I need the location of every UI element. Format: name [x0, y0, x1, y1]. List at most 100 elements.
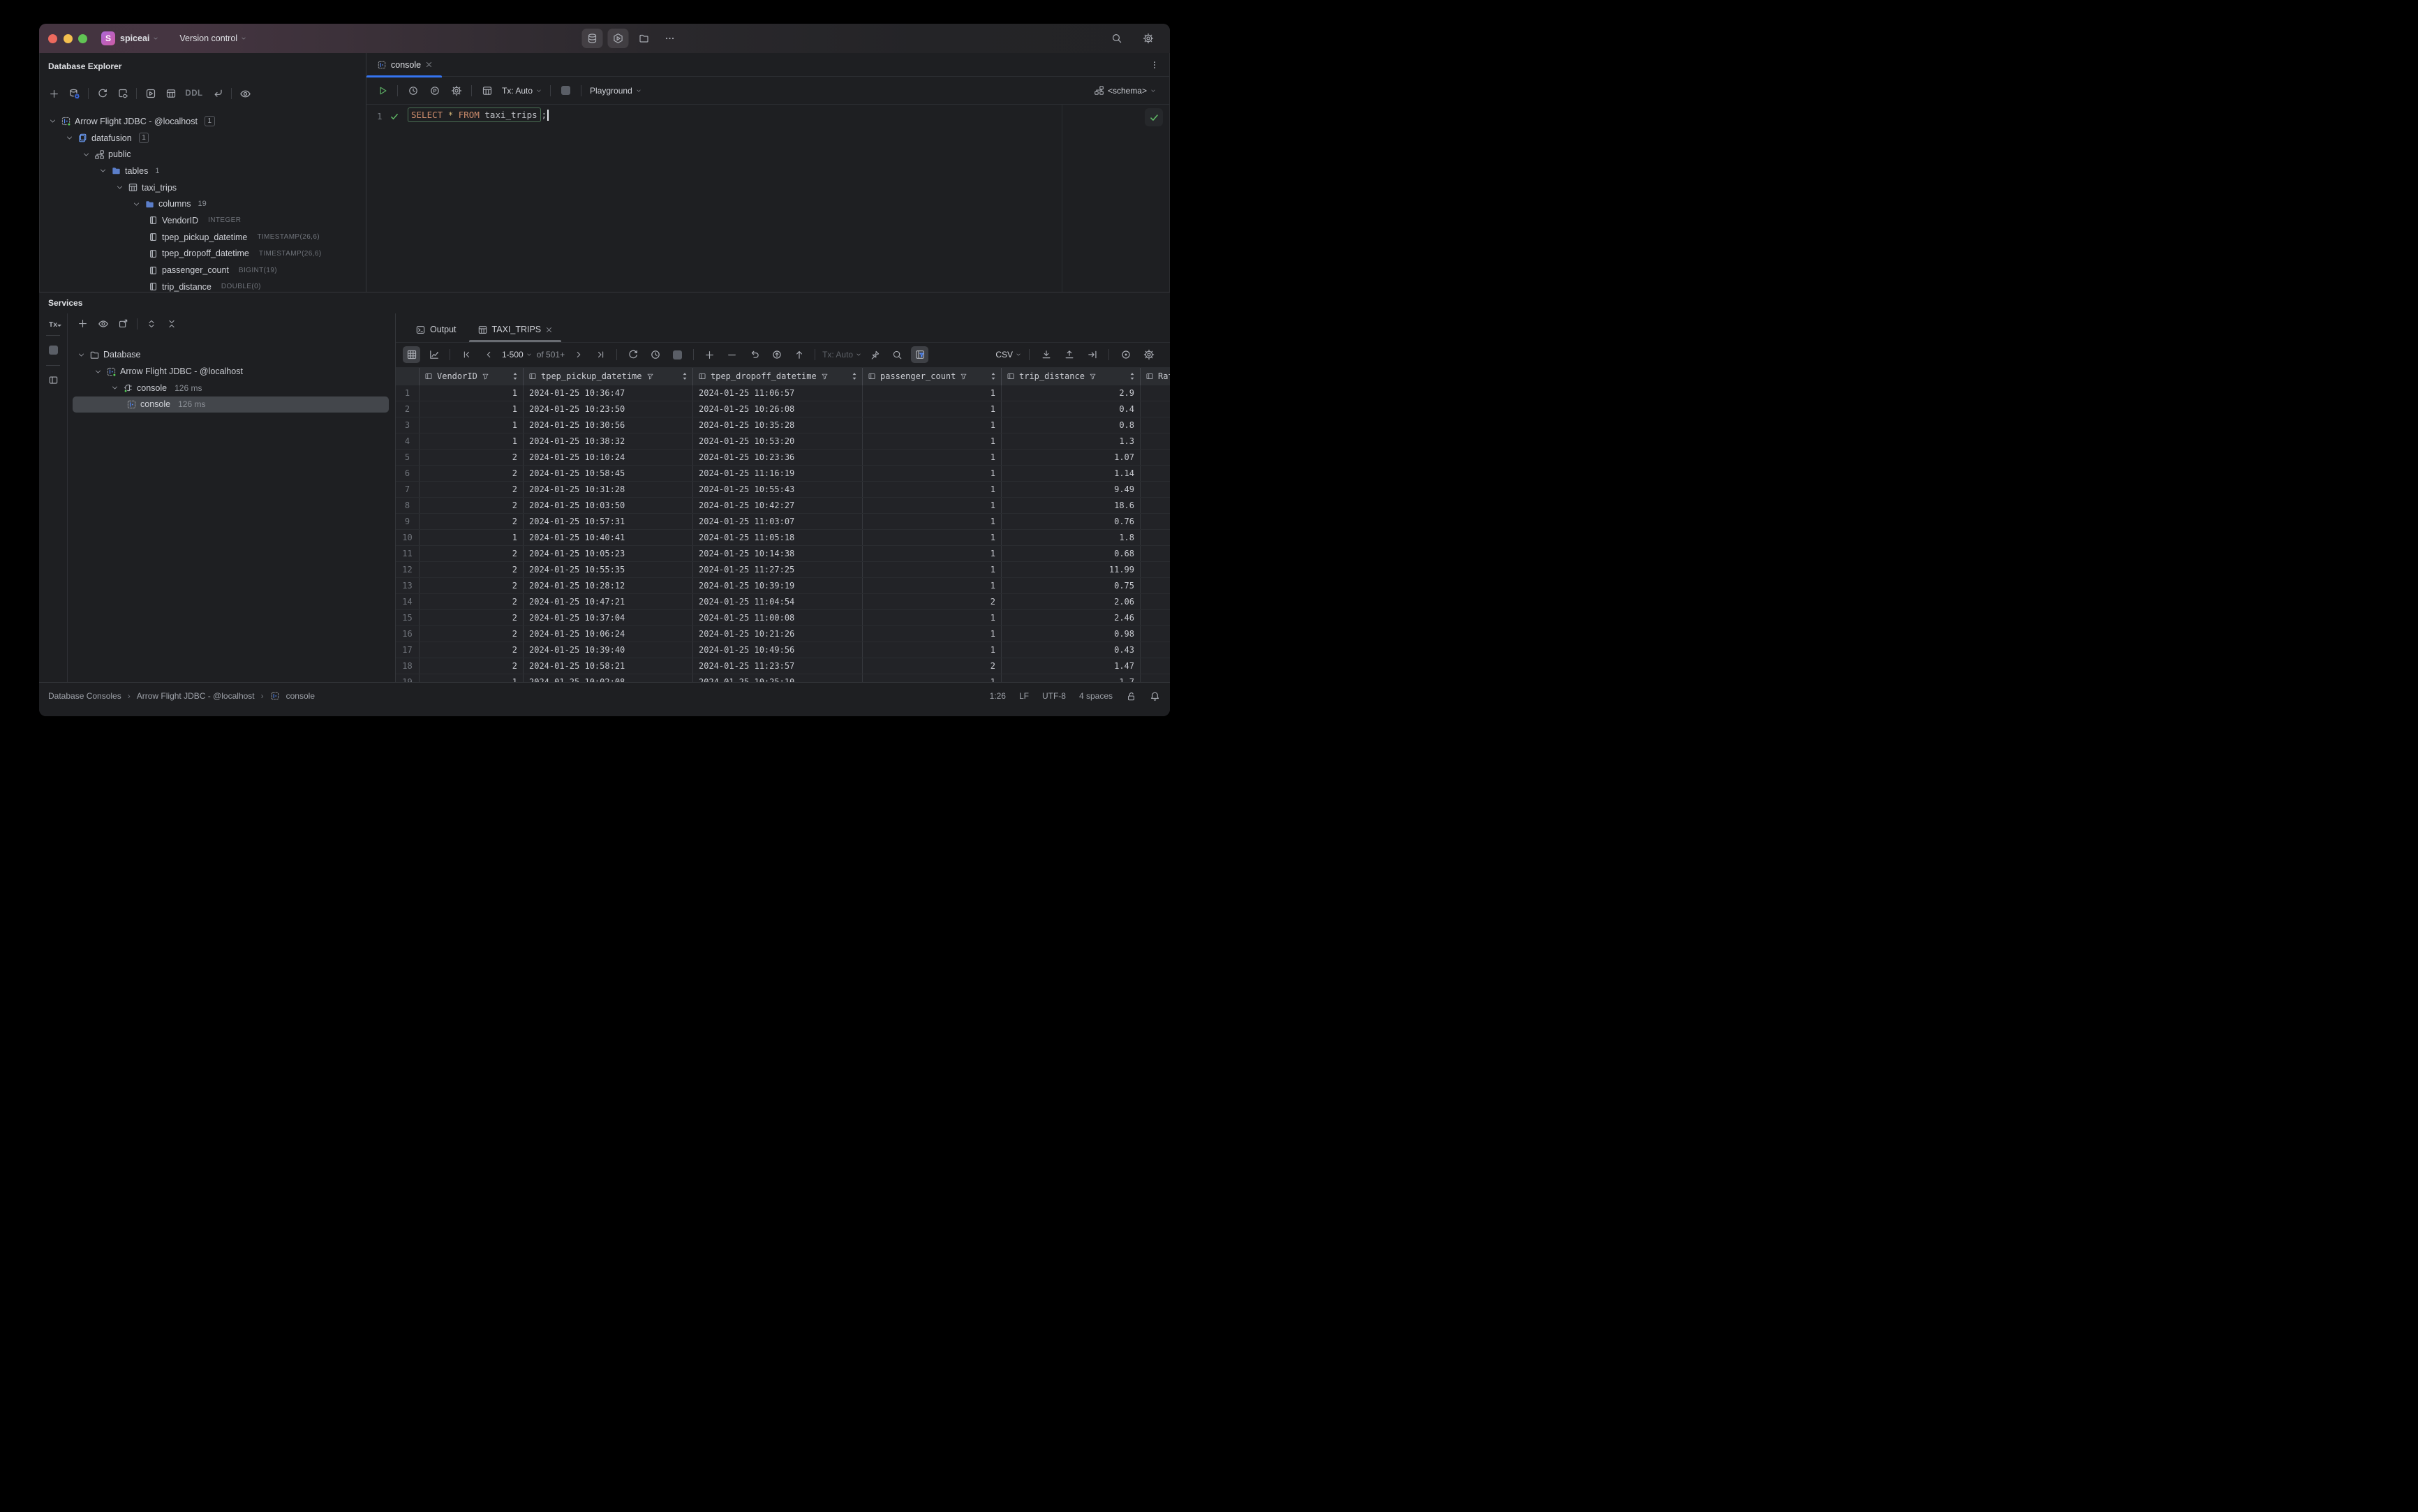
vendor-id-cell[interactable]: 1	[420, 433, 524, 449]
trip-distance-cell[interactable]: 1.47	[1002, 658, 1141, 674]
layout-toggle-button[interactable]	[45, 372, 62, 389]
passenger-count-cell[interactable]: 2	[863, 658, 1002, 674]
close-icon[interactable]	[545, 326, 553, 334]
settings-button[interactable]	[1139, 30, 1157, 47]
pickup-datetime-cell[interactable]: 2024-01-25 10:30:56	[524, 417, 693, 433]
vendor-id-cell[interactable]: 2	[420, 449, 524, 465]
chevron-down-icon[interactable]	[114, 183, 124, 193]
close-icon[interactable]	[425, 61, 433, 68]
last-page-button[interactable]	[592, 346, 609, 363]
column-header[interactable]: trip_distance	[1002, 367, 1141, 385]
vendor-id-cell[interactable]: 2	[420, 642, 524, 658]
pickup-datetime-cell[interactable]: 2024-01-25 10:37:04	[524, 609, 693, 625]
row-number-cell[interactable]: 5	[396, 449, 420, 465]
tree-item-datasource[interactable]: Arrow Flight JDBC - @localhost	[68, 363, 395, 380]
open-in-new-tab-button[interactable]	[114, 316, 132, 332]
dropoff-datetime-cell[interactable]: 2024-01-25 10:23:36	[693, 449, 863, 465]
dropoff-datetime-cell[interactable]: 2024-01-25 10:14:38	[693, 545, 863, 561]
vendor-id-cell[interactable]: 2	[420, 609, 524, 625]
browse-tables-button[interactable]	[478, 82, 496, 99]
query-parameters-button[interactable]: P	[426, 82, 443, 99]
trip-distance-cell[interactable]: 1.07	[1002, 449, 1141, 465]
pickup-datetime-cell[interactable]: 2024-01-25 10:47:21	[524, 593, 693, 609]
ratecode-cell[interactable]	[1141, 562, 1170, 577]
passenger-count-cell[interactable]: 1	[863, 609, 1002, 625]
filter-panel-button[interactable]	[911, 346, 929, 363]
tab-console[interactable]: console	[366, 53, 443, 77]
tree-item-database[interactable]: datafusion 1	[39, 130, 366, 147]
first-page-button[interactable]	[457, 346, 475, 363]
passenger-count-cell[interactable]: 1	[863, 545, 1002, 561]
inspections-widget[interactable]	[1145, 108, 1163, 126]
passenger-count-cell[interactable]: 1	[863, 529, 1002, 545]
pin-tab-button[interactable]	[866, 346, 884, 363]
row-number-cell[interactable]: 13	[396, 577, 420, 593]
row-number-header[interactable]	[396, 367, 420, 385]
vendor-id-cell[interactable]: 2	[420, 497, 524, 513]
pickup-datetime-cell[interactable]: 2024-01-25 10:39:40	[524, 642, 693, 658]
revert-changes-button[interactable]	[746, 346, 763, 363]
ratecode-cell[interactable]	[1141, 578, 1170, 593]
dropoff-datetime-cell[interactable]: 2024-01-25 10:26:08	[693, 401, 863, 417]
stop-button[interactable]	[669, 346, 686, 363]
vendor-id-cell[interactable]: 1	[420, 417, 524, 433]
passenger-count-cell[interactable]: 1	[863, 674, 1002, 682]
caret-position-widget[interactable]: 1:26	[990, 691, 1006, 701]
chevron-down-icon[interactable]	[110, 383, 119, 393]
vcs-menu[interactable]: Version control	[179, 34, 246, 43]
tx-mode-select[interactable]: Tx: Auto	[500, 86, 544, 96]
sort-icon[interactable]	[512, 372, 518, 380]
passenger-count-cell[interactable]: 1	[863, 513, 1002, 529]
trip-distance-cell[interactable]: 11.99	[1002, 561, 1141, 577]
download-button[interactable]	[1037, 346, 1055, 363]
delete-row-button[interactable]	[723, 346, 741, 363]
grid-view-button[interactable]	[403, 346, 420, 363]
breadcrumb-item[interactable]: Arrow Flight JDBC - @localhost	[137, 691, 255, 701]
dropoff-datetime-cell[interactable]: 2024-01-25 10:25:10	[693, 674, 863, 682]
tree-item-column[interactable]: VendorID INTEGER	[39, 212, 366, 229]
pickup-datetime-cell[interactable]: 2024-01-25 10:02:08	[524, 674, 693, 682]
pickup-datetime-cell[interactable]: 2024-01-25 10:03:50	[524, 497, 693, 513]
trip-distance-cell[interactable]: 0.4	[1002, 401, 1141, 417]
chart-view-button[interactable]	[425, 346, 443, 363]
row-number-cell[interactable]: 15	[396, 609, 420, 625]
tree-item-schema[interactable]: public	[39, 146, 366, 163]
passenger-count-cell[interactable]: 1	[863, 449, 1002, 465]
trip-distance-cell[interactable]: 0.8	[1002, 417, 1141, 433]
ratecode-cell[interactable]	[1141, 610, 1170, 625]
sql-editor[interactable]: 1 SELECT * FROM taxi_trips ;	[366, 105, 1170, 292]
tree-item-console-selected[interactable]: console 126 ms	[73, 396, 389, 413]
tree-item-columns-folder[interactable]: columns 19	[39, 195, 366, 212]
filter-funnel-icon[interactable]	[960, 373, 967, 380]
passenger-count-cell[interactable]: 1	[863, 481, 1002, 497]
tx-mode-select[interactable]: Tx: Auto	[822, 350, 861, 360]
vendor-id-cell[interactable]: 1	[420, 529, 524, 545]
trip-distance-cell[interactable]: 0.43	[1002, 642, 1141, 658]
trip-distance-cell[interactable]: 0.68	[1002, 545, 1141, 561]
project-files-button[interactable]	[634, 29, 655, 48]
tree-item-column[interactable]: trip_distance DOUBLE(0)	[39, 279, 366, 292]
sort-icon[interactable]	[1129, 372, 1135, 380]
sort-icon[interactable]	[991, 372, 996, 380]
tree-item-column[interactable]: tpep_pickup_datetime TIMESTAMP(26,6)	[39, 229, 366, 246]
row-number-cell[interactable]: 1	[396, 385, 420, 401]
tree-item-datasource[interactable]: Arrow Flight JDBC - @localhost 1	[39, 113, 366, 130]
trip-distance-cell[interactable]: 0.76	[1002, 513, 1141, 529]
dropoff-datetime-cell[interactable]: 2024-01-25 11:06:57	[693, 385, 863, 401]
detach-session-button[interactable]	[114, 85, 131, 102]
dropoff-datetime-cell[interactable]: 2024-01-25 10:35:28	[693, 417, 863, 433]
minimize-window-button[interactable]	[63, 34, 73, 43]
passenger-count-cell[interactable]: 2	[863, 593, 1002, 609]
auto-refresh-button[interactable]	[646, 346, 664, 363]
page-range-select[interactable]: 1-500	[502, 350, 532, 360]
sort-icon[interactable]	[682, 372, 688, 380]
dropoff-datetime-cell[interactable]: 2024-01-25 10:21:26	[693, 625, 863, 642]
pickup-datetime-cell[interactable]: 2024-01-25 10:58:21	[524, 658, 693, 674]
passenger-count-cell[interactable]: 1	[863, 577, 1002, 593]
dropoff-datetime-cell[interactable]: 2024-01-25 10:39:19	[693, 577, 863, 593]
row-number-cell[interactable]: 17	[396, 642, 420, 658]
dropoff-datetime-cell[interactable]: 2024-01-25 11:00:08	[693, 609, 863, 625]
dropoff-datetime-cell[interactable]: 2024-01-25 10:42:27	[693, 497, 863, 513]
project-menu[interactable]: spiceai	[120, 34, 158, 43]
dropoff-datetime-cell[interactable]: 2024-01-25 11:04:54	[693, 593, 863, 609]
